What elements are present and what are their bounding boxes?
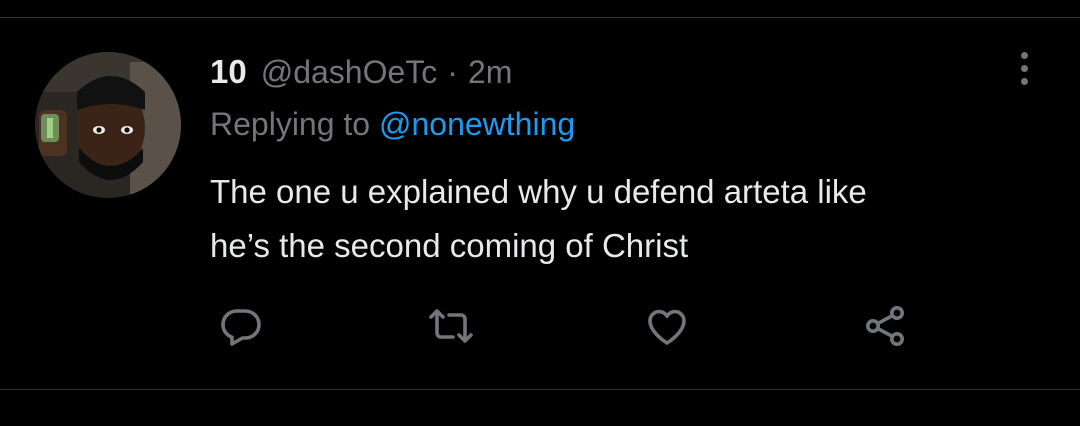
retweet-button[interactable] (423, 298, 479, 354)
share-icon (866, 306, 904, 346)
tweet-header: 10 @dashOeTc · 2m (210, 50, 512, 94)
more-dot-icon (1020, 77, 1028, 85)
more-dot-icon (1020, 51, 1028, 59)
reply-icon (221, 309, 261, 346)
share-button[interactable] (857, 298, 913, 354)
more-dot-icon (1020, 64, 1028, 72)
separator-dot: · (447, 53, 458, 90)
tweet-timestamp[interactable]: 2m (468, 54, 512, 91)
tweet-text-line: The one u explained why u defend arteta … (210, 173, 867, 210)
bottom-divider (0, 389, 1080, 390)
replying-to-line: Replying to @nonewthing (210, 106, 575, 143)
reply-button[interactable] (213, 298, 269, 354)
tweet-text: The one u explained why u defend arteta … (210, 165, 1050, 273)
like-button[interactable] (639, 298, 695, 354)
tweet-actions-bar (210, 298, 930, 354)
avatar-image (35, 52, 181, 198)
replying-to-label: Replying to (210, 106, 371, 142)
more-options-button[interactable] (1006, 48, 1042, 88)
tweet-text-line: he’s the second coming of Christ (210, 227, 689, 264)
retweet-icon (429, 309, 473, 343)
replying-to-mention-link[interactable]: @nonewthing (379, 106, 575, 142)
heart-icon (648, 309, 686, 345)
display-name[interactable]: 10 (210, 53, 247, 91)
avatar[interactable] (35, 52, 181, 198)
user-handle[interactable]: @dashOeTc (261, 54, 438, 91)
top-divider (0, 17, 1080, 18)
